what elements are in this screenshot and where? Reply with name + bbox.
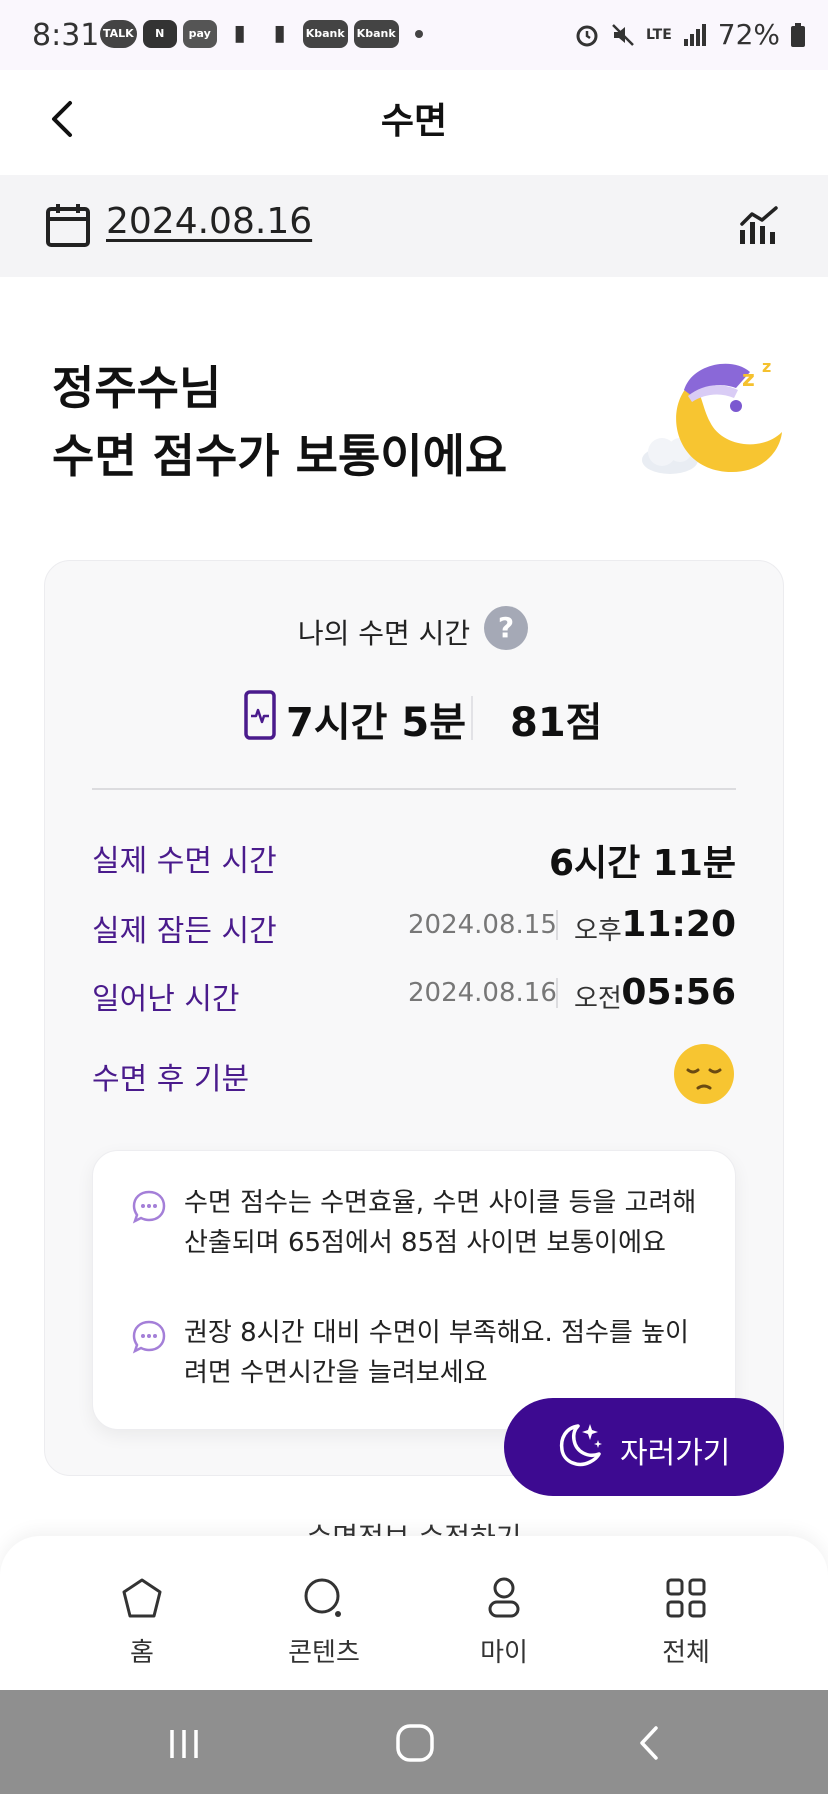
kakaotalk-notification-icon: TALK	[100, 20, 137, 48]
svg-text:z: z	[762, 357, 771, 376]
nav-home-label[interactable]: 홈	[82, 1632, 202, 1669]
alarm-icon	[576, 25, 598, 46]
status-right: LTE 72%	[574, 18, 806, 51]
nav-all-label[interactable]: 전체	[626, 1632, 746, 1669]
go-to-sleep-label: 자러가기	[620, 1436, 731, 1471]
home-icon[interactable]	[120, 1576, 164, 1620]
statistics-icon[interactable]	[736, 200, 784, 248]
calendar-icon[interactable]	[44, 201, 92, 249]
nav-contents-label[interactable]: 콘텐츠	[264, 1632, 384, 1669]
sleeping-moon-icon: z z	[642, 357, 782, 474]
message-notification-icon: ▮	[233, 21, 246, 46]
pay-notification-icon: pay	[182, 20, 217, 48]
divider	[556, 910, 558, 940]
battery-icon	[791, 22, 805, 47]
all-menu-grid-icon[interactable]	[664, 1576, 708, 1620]
info-text-1: 수면 점수는 수면효율, 수면 사이클 등을 고려해 산출되며 65점에서 85…	[184, 1188, 697, 1258]
phone-activity-icon	[244, 690, 276, 740]
help-question-icon[interactable]: ?	[484, 606, 528, 650]
woke-up-time: 05:56	[621, 972, 736, 1013]
card-title-label: 나의 수면 시간	[297, 617, 471, 650]
speech-bubble-icon	[132, 1190, 166, 1224]
signal-icon	[683, 23, 706, 46]
sleepy-face-icon[interactable]	[672, 1042, 736, 1106]
sleep-score: 81점	[510, 700, 603, 746]
fell-asleep-date: 2024.08.15	[408, 910, 557, 940]
moon-stars-icon	[559, 1424, 602, 1467]
woke-up-date: 2024.08.16	[408, 978, 557, 1008]
status-time: 8:31	[32, 18, 100, 53]
notification-icons: TALK N pay ▮ ▮ Kbank Kbank	[100, 20, 423, 48]
message-notification-icon-2: ▮	[273, 21, 286, 46]
svg-text:z: z	[742, 367, 755, 392]
home-button-icon[interactable]	[394, 1722, 436, 1764]
nav-my-label[interactable]: 마이	[444, 1632, 564, 1669]
greeting-name: 정주수님	[52, 361, 222, 415]
network-type: LTE	[646, 26, 672, 43]
kbank-notification-icon: Kbank	[302, 20, 348, 48]
mood-label: 수면 후 기분	[92, 1062, 250, 1097]
card-title: 나의 수면 시간	[0, 612, 828, 652]
divider	[471, 696, 473, 740]
naver-notification-icon: N	[142, 20, 177, 48]
fell-asleep-time: 11:20	[621, 904, 736, 945]
my-profile-icon[interactable]	[482, 1576, 526, 1620]
battery-percent: 72%	[717, 18, 780, 51]
fell-asleep-ampm: 오후	[574, 916, 622, 946]
kbank-notification-icon-2: Kbank	[353, 20, 399, 48]
page-title: 수면	[380, 101, 448, 142]
woke-up-label: 일어난 시간	[92, 982, 240, 1017]
total-sleep-time: 7시간 5분	[286, 700, 466, 746]
card-divider	[92, 788, 736, 790]
sleep-score-summary: 수면 점수가 보통이에요	[52, 429, 508, 483]
contents-search-icon[interactable]	[302, 1576, 346, 1620]
speech-bubble-icon	[132, 1320, 166, 1354]
actual-sleep-label: 실제 수면 시간	[92, 844, 277, 879]
date-selector[interactable]: 2024.08.16	[106, 201, 312, 242]
mute-icon	[612, 23, 634, 46]
system-back-icon[interactable]	[630, 1722, 670, 1764]
woke-up-ampm: 오전	[574, 984, 622, 1014]
recent-apps-icon[interactable]	[164, 1724, 204, 1764]
divider	[556, 978, 558, 1008]
info-text-2: 권장 8시간 대비 수면이 부족해요. 점수를 높이려면 수면시간을 늘려보세요	[184, 1318, 689, 1388]
actual-sleep-value: 6시간 11분	[548, 843, 736, 884]
more-notifications-dot-icon	[414, 30, 423, 38]
fell-asleep-label: 실제 잠든 시간	[92, 914, 277, 949]
